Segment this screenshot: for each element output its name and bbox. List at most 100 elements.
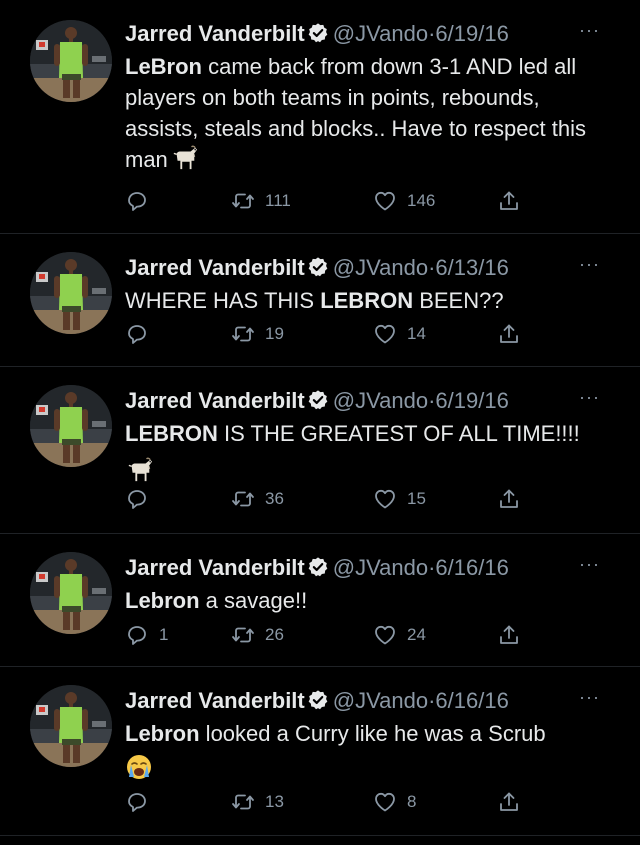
share-button[interactable]	[497, 787, 521, 817]
author-name[interactable]: Jarred Vanderbilt	[125, 388, 305, 413]
retweet-button[interactable]: 36	[231, 484, 284, 514]
like-button[interactable]: 15	[373, 484, 426, 514]
avatar[interactable]	[30, 552, 112, 634]
tweet-actions: 111 146	[125, 186, 525, 216]
author-handle[interactable]: @JVando	[333, 388, 428, 413]
retweet-button[interactable]: 111	[231, 186, 291, 216]
text-plain: IS THE GREATEST OF ALL TIME!!!!	[217, 421, 580, 446]
tweet-date[interactable]: 6/16/16	[435, 688, 508, 713]
heart-icon	[373, 790, 397, 814]
like-count: 8	[407, 792, 417, 811]
avatar[interactable]	[30, 20, 112, 102]
text-bold: Lebron	[125, 721, 200, 746]
tweet-text: WHERE HAS THIS LEBRON BEEN??	[125, 285, 600, 316]
text-bold: LEBRON	[320, 288, 414, 313]
author-name[interactable]: Jarred Vanderbilt	[125, 688, 305, 713]
share-button[interactable]	[497, 620, 521, 650]
reply-button[interactable]: 1	[125, 620, 168, 650]
author-name[interactable]: Jarred Vanderbilt	[125, 555, 305, 580]
avatar[interactable]	[30, 252, 112, 334]
loudly-crying-face-emoji	[125, 753, 153, 781]
like-button[interactable]: 146	[373, 186, 435, 216]
more-icon[interactable]: ···	[579, 18, 600, 42]
like-button[interactable]: 8	[373, 787, 416, 817]
reply-icon	[125, 322, 149, 346]
retweet-button[interactable]: 13	[231, 787, 284, 817]
reply-button[interactable]	[125, 186, 159, 216]
tweet-date[interactable]: 6/19/16	[435, 21, 508, 46]
tweet-actions: 19 14	[125, 319, 525, 349]
tweet-content: Jarred Vanderbilt @JVando·6/16/16 ··· Leb…	[125, 685, 600, 783]
heart-icon	[373, 623, 397, 647]
text-bold: LEBRON	[125, 421, 218, 446]
text-plain: a savage!!	[199, 588, 308, 613]
share-button[interactable]	[497, 484, 521, 514]
retweet-count: 36	[265, 489, 284, 508]
reply-button[interactable]	[125, 787, 159, 817]
tweet[interactable]: Jarred Vanderbilt @JVando·6/16/16 ··· Leb…	[0, 534, 640, 667]
verified-badge-icon	[307, 22, 329, 44]
text-plain: BEEN??	[413, 288, 504, 313]
goat-emoji	[170, 145, 200, 171]
text-bold: LeBron	[125, 54, 202, 79]
like-button[interactable]: 24	[373, 620, 426, 650]
tweet-content: Jarred Vanderbilt @JVando·6/19/16 ··· LeB…	[125, 18, 600, 175]
tweet-text: LeBron came back from down 3-1 AND led a…	[125, 51, 600, 175]
heart-icon	[373, 189, 397, 213]
avatar[interactable]	[30, 685, 112, 767]
tweet-actions: 13 8	[125, 787, 525, 817]
like-button[interactable]: 14	[373, 319, 426, 349]
author-handle[interactable]: @JVando	[333, 21, 428, 46]
author-handle[interactable]: @JVando	[333, 688, 428, 713]
emoji-line	[125, 753, 600, 783]
reply-icon	[125, 790, 149, 814]
author-handle[interactable]: @JVando	[333, 255, 428, 280]
heart-icon	[373, 487, 397, 511]
like-count: 15	[407, 489, 426, 508]
share-button[interactable]	[497, 319, 521, 349]
author-handle[interactable]: @JVando	[333, 555, 428, 580]
retweet-count: 26	[265, 625, 284, 644]
tweet-text: Lebron a savage!!	[125, 585, 600, 616]
author-name[interactable]: Jarred Vanderbilt	[125, 255, 305, 280]
retweet-icon	[231, 487, 255, 511]
retweet-button[interactable]: 19	[231, 319, 284, 349]
share-button[interactable]	[497, 186, 521, 216]
reply-button[interactable]	[125, 319, 159, 349]
tweet-header: Jarred Vanderbilt @JVando·6/16/16	[125, 552, 600, 584]
more-icon[interactable]: ···	[579, 552, 600, 576]
retweet-count: 111	[265, 191, 291, 210]
more-icon[interactable]: ···	[579, 385, 600, 409]
tweet-content: Jarred Vanderbilt @JVando·6/16/16 ··· Leb…	[125, 552, 600, 616]
share-icon	[497, 487, 521, 511]
tweet[interactable]: Jarred Vanderbilt @JVando·6/16/16 ··· Leb…	[0, 667, 640, 836]
tweet-date[interactable]: 6/13/16	[435, 255, 508, 280]
tweet-content: Jarred Vanderbilt @JVando·6/19/16 ··· LEB…	[125, 385, 600, 487]
reply-icon	[125, 487, 149, 511]
text-bold: Lebron	[125, 588, 200, 613]
author-name[interactable]: Jarred Vanderbilt	[125, 21, 305, 46]
tweet-text: Lebron looked a Curry like he was a Scru…	[125, 718, 600, 749]
share-icon	[497, 322, 521, 346]
verified-badge-icon	[307, 256, 329, 278]
retweet-icon	[231, 623, 255, 647]
reply-count: 1	[159, 625, 169, 644]
more-icon[interactable]: ···	[579, 685, 600, 709]
tweet-content: Jarred Vanderbilt @JVando·6/13/16 ··· WHE…	[125, 252, 600, 316]
heart-icon	[373, 322, 397, 346]
retweet-button[interactable]: 26	[231, 620, 284, 650]
tweet-header: Jarred Vanderbilt @JVando·6/16/16	[125, 685, 600, 717]
avatar[interactable]	[30, 385, 112, 467]
tweet[interactable]: Jarred Vanderbilt @JVando·6/19/16 ··· LEB…	[0, 367, 640, 534]
share-icon	[497, 623, 521, 647]
share-icon	[497, 189, 521, 213]
more-icon[interactable]: ···	[579, 252, 600, 276]
tweet-date[interactable]: 6/19/16	[435, 388, 508, 413]
tweet-date[interactable]: 6/16/16	[435, 555, 508, 580]
like-count: 14	[407, 324, 426, 343]
retweet-icon	[231, 790, 255, 814]
tweet[interactable]: Jarred Vanderbilt @JVando·6/13/16 ··· WHE…	[0, 234, 640, 367]
tweet[interactable]: Jarred Vanderbilt @JVando·6/19/16 ··· LeB…	[0, 0, 640, 234]
reply-icon	[125, 189, 149, 213]
reply-button[interactable]	[125, 484, 159, 514]
